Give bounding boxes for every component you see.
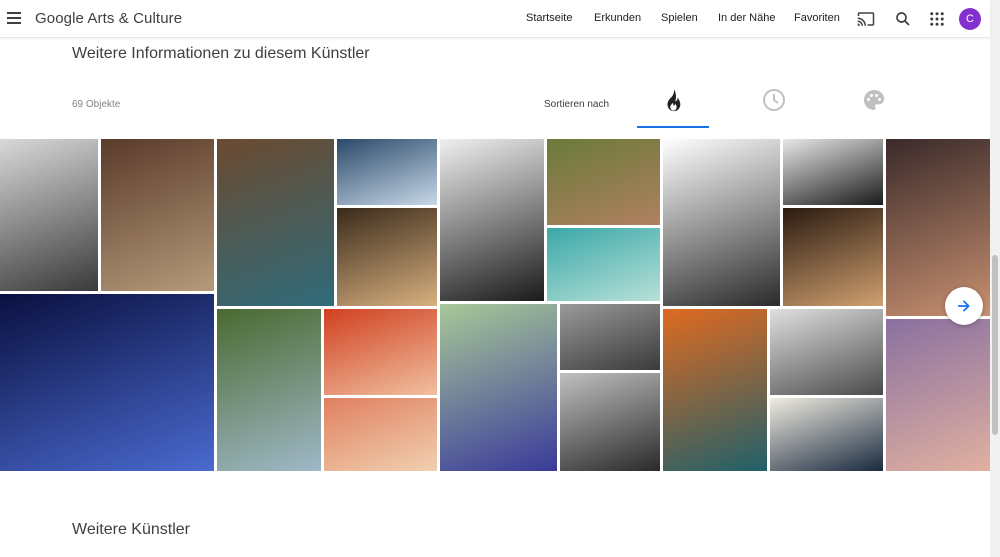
photo-woman-on-floor[interactable] xyxy=(324,398,437,471)
section-title: Weitere Informationen zu diesem Künstler xyxy=(72,45,370,62)
page-scrollbar[interactable] xyxy=(990,0,1000,557)
brand-logo[interactable]: Google Arts & Culture xyxy=(35,10,182,27)
photo-bw-curly-hair[interactable] xyxy=(783,139,883,205)
cast-icon[interactable] xyxy=(857,10,875,28)
photo-woman-in-landscape[interactable] xyxy=(547,139,660,225)
more-artists-heading: Weitere Künstler xyxy=(72,521,190,538)
photo-woman-blue-caftan[interactable] xyxy=(217,139,334,306)
popular-fire-icon xyxy=(667,89,681,112)
nav-in-der-naehe[interactable]: In der Nähe xyxy=(718,12,775,24)
photo-woman-in-moss[interactable] xyxy=(217,309,321,471)
photo-bw-knit-hat[interactable] xyxy=(440,139,544,301)
sort-tab-time[interactable] xyxy=(737,86,809,128)
photo-clown-pink-hair[interactable] xyxy=(663,309,767,471)
time-clock-icon xyxy=(763,89,785,111)
apps-grid-icon[interactable] xyxy=(928,10,946,28)
photo-blue-reclining-figure[interactable] xyxy=(0,294,214,471)
photo-teal-debris[interactable] xyxy=(547,228,660,301)
photo-bacchus-small[interactable] xyxy=(783,208,883,306)
next-page-button[interactable] xyxy=(945,287,983,325)
nav-startseite[interactable]: Startseite xyxy=(526,12,572,24)
photo-bw-veiled-face[interactable] xyxy=(663,139,780,306)
photo-bw-seated-woman[interactable] xyxy=(0,139,98,291)
scrollbar-thumb[interactable] xyxy=(992,255,998,435)
top-app-bar: Google Arts & Culture Startseite Erkunde… xyxy=(0,0,990,38)
photo-bw-doorway[interactable] xyxy=(560,373,660,471)
menu-icon[interactable] xyxy=(7,12,21,24)
photo-pastel-distorted-face[interactable] xyxy=(886,319,990,471)
sort-tab-color[interactable] xyxy=(837,86,909,128)
photo-woman-in-gown-with-dog[interactable] xyxy=(101,139,214,291)
sort-label: Sortieren nach xyxy=(544,99,610,110)
nav-spielen[interactable]: Spielen xyxy=(661,12,698,24)
photo-clowns[interactable] xyxy=(324,309,437,395)
arrow-right-icon xyxy=(957,300,970,312)
sort-tab-popular[interactable] xyxy=(637,86,709,128)
photo-woman-dark-blazer[interactable] xyxy=(770,398,883,471)
photo-woman-purple-dress[interactable] xyxy=(440,304,557,471)
search-icon[interactable] xyxy=(894,10,912,28)
avatar[interactable]: C xyxy=(959,8,981,30)
photo-bw-road-scene[interactable] xyxy=(560,304,660,370)
photo-boy-blue-shirt[interactable] xyxy=(337,139,437,205)
photo-bw-kitchen[interactable] xyxy=(770,309,883,395)
photo-bacchus-portrait[interactable] xyxy=(337,208,437,306)
object-count: 69 Objekte xyxy=(72,99,121,110)
nav-erkunden[interactable]: Erkunden xyxy=(594,12,641,24)
color-palette-icon xyxy=(864,90,885,110)
nav-favoriten[interactable]: Favoriten xyxy=(794,12,840,24)
